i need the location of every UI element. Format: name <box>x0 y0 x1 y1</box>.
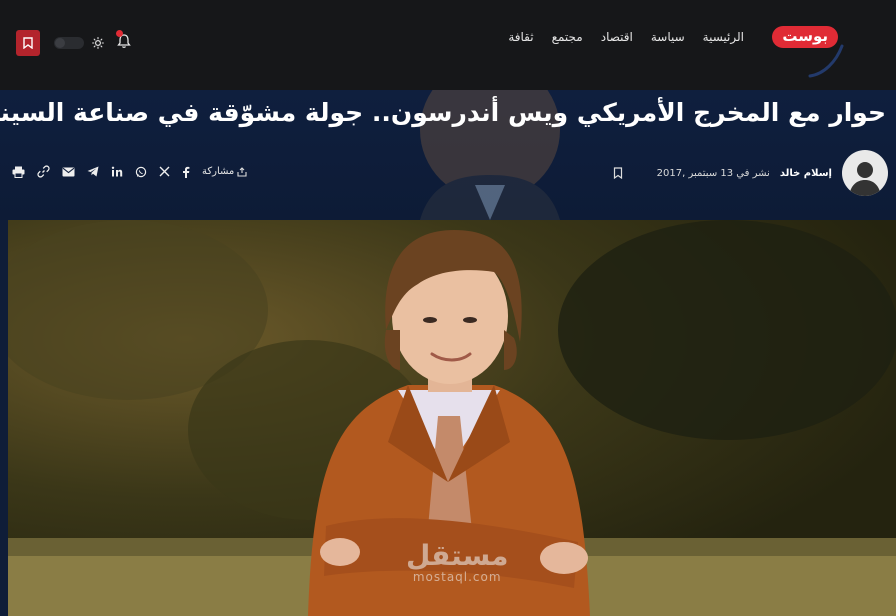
sun-icon[interactable] <box>92 37 104 49</box>
watermark-arabic: مستقل <box>406 539 509 572</box>
article-title: حوار مع المخرج الأمريكي ويس أندرسون.. جو… <box>0 98 886 127</box>
user-silhouette-icon <box>849 162 881 196</box>
site-header: بوست الرئيسية سياسة اقتصاد مجتمع ثقافة <box>0 0 896 90</box>
share-icon <box>237 166 247 177</box>
nav-item-society[interactable]: مجتمع <box>552 30 583 44</box>
publish-date: نشر في 13 سبتمبر ,2017 <box>656 167 770 179</box>
link-icon[interactable] <box>37 165 50 178</box>
main-nav: الرئيسية سياسة اقتصاد مجتمع ثقافة <box>508 30 744 44</box>
share-bar: مشاركة <box>12 165 247 178</box>
whatsapp-icon[interactable] <box>135 166 147 178</box>
logo-swoosh-graphic <box>808 44 844 78</box>
author-avatar[interactable] <box>842 150 888 196</box>
print-icon[interactable] <box>12 166 25 178</box>
telegram-icon[interactable] <box>87 166 99 177</box>
nav-item-economy[interactable]: اقتصاد <box>601 30 633 44</box>
nav-item-home[interactable]: الرئيسية <box>703 30 744 44</box>
share-label-text: مشاركة <box>202 166 235 177</box>
article-meta: إسلام خالد نشر في 13 سبتمبر ,2017 <box>613 150 888 196</box>
saved-articles-button[interactable] <box>16 30 40 56</box>
share-label: مشاركة <box>202 166 247 177</box>
x-icon[interactable] <box>159 166 170 177</box>
linkedin-icon[interactable] <box>111 166 123 177</box>
nav-item-culture[interactable]: ثقافة <box>508 30 533 44</box>
nav-item-politics[interactable]: سياسة <box>651 30 685 44</box>
bookmark-icon <box>23 37 33 49</box>
notifications-button[interactable] <box>116 30 132 53</box>
author-name[interactable]: إسلام خالد <box>780 168 832 179</box>
dark-mode-toggle[interactable] <box>54 37 84 49</box>
site-watermark: مستقل mostaql.com <box>406 539 509 585</box>
save-article-icon[interactable] <box>613 167 623 179</box>
notification-dot <box>116 30 123 37</box>
header-tools <box>16 30 132 56</box>
article-hero: حوار مع المخرج الأمريكي ويس أندرسون.. جو… <box>0 90 896 220</box>
facebook-icon[interactable] <box>182 166 190 178</box>
email-icon[interactable] <box>62 167 75 177</box>
watermark-latin: mostaql.com <box>412 570 502 584</box>
